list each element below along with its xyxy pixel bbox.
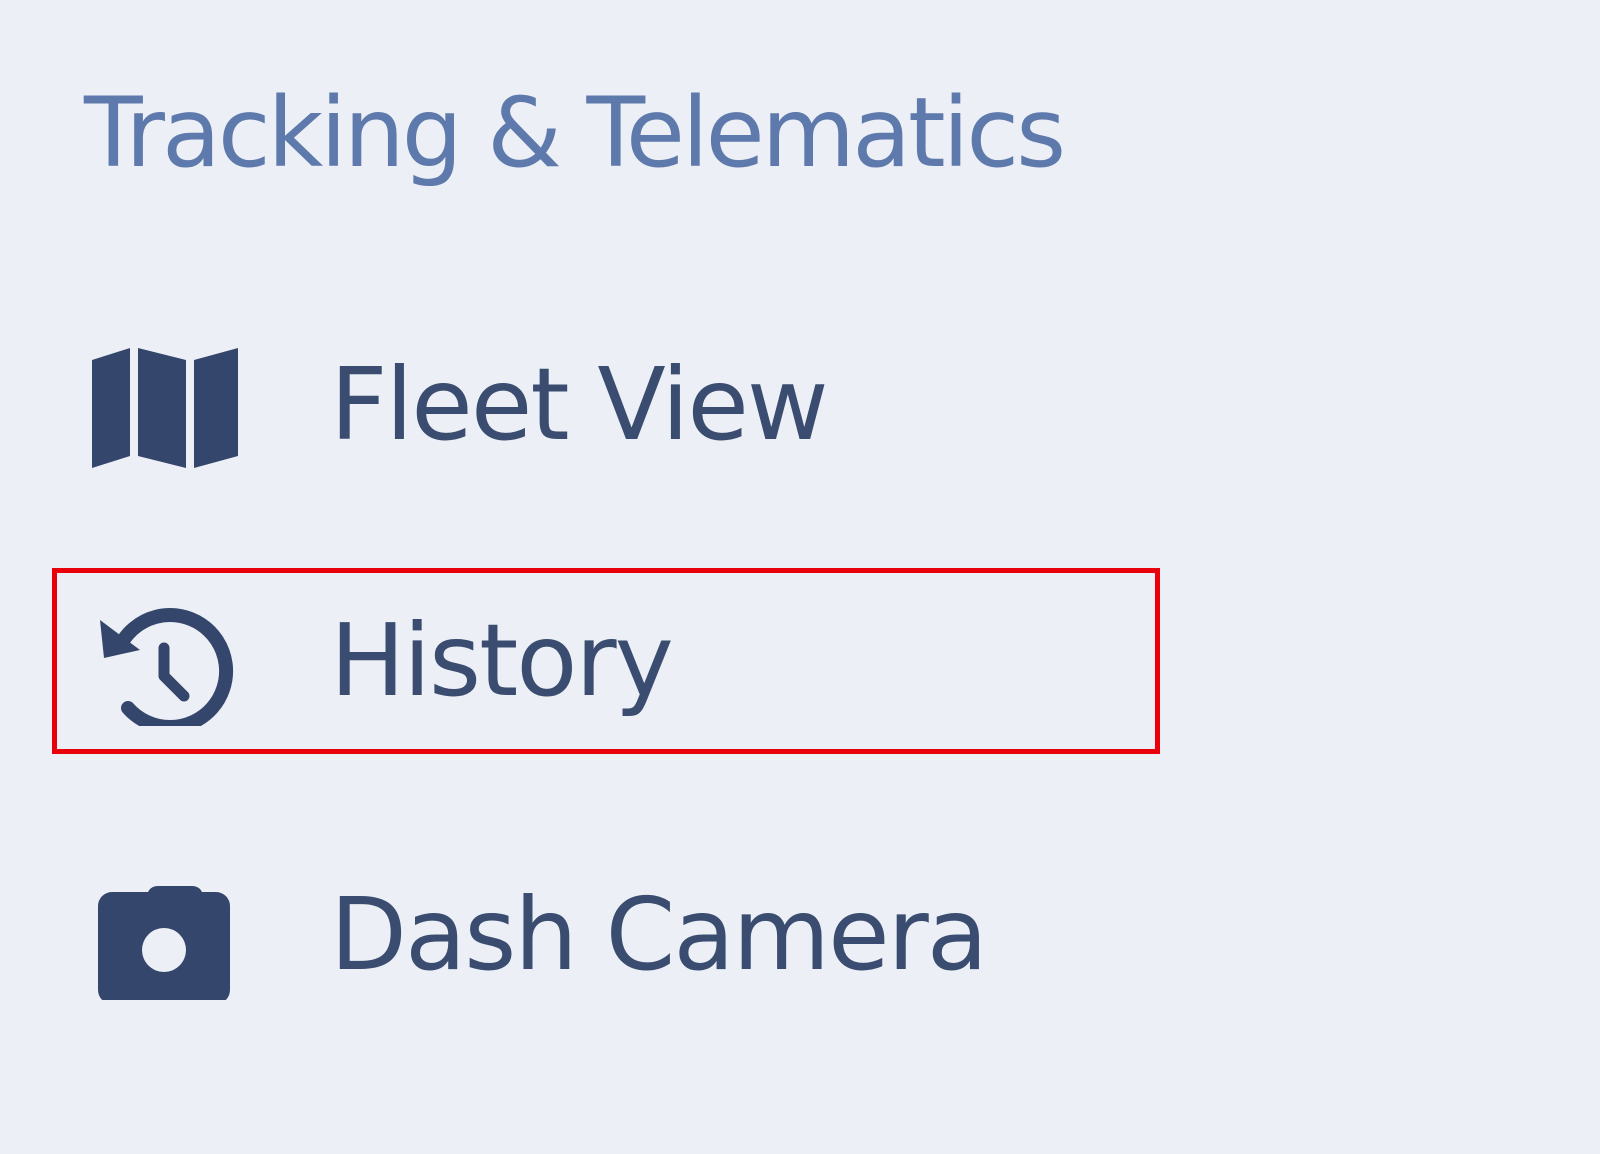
camera-icon <box>88 870 244 1000</box>
section-title: Tracking & Telematics <box>84 77 1066 189</box>
sidebar-item-label: Fleet View <box>330 346 829 463</box>
sidebar-item-fleet-view[interactable]: Fleet View <box>52 312 1160 498</box>
sidebar-item-label: Dash Camera <box>330 876 988 993</box>
sidebar-item-history[interactable]: History <box>52 568 1160 754</box>
sidebar-item-label: History <box>330 602 674 719</box>
history-icon <box>88 596 244 726</box>
map-icon <box>88 340 244 470</box>
sidebar-item-dash-camera[interactable]: Dash Camera <box>52 842 1160 1028</box>
